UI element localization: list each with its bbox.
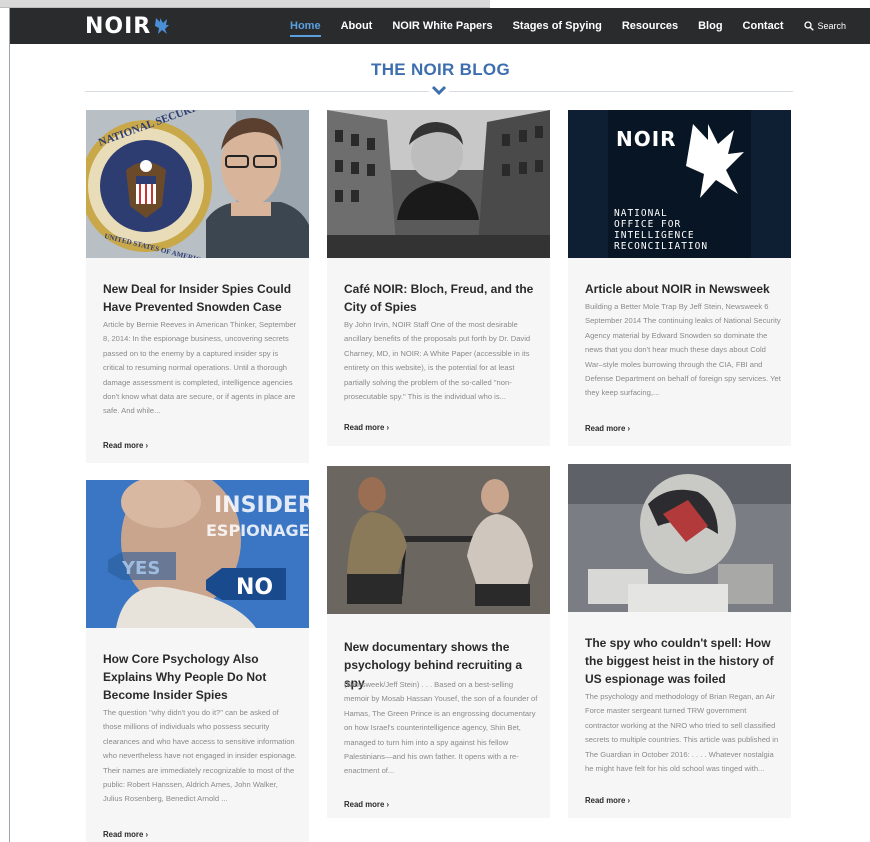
navbar: NOIR Home About NOIR White Papers Stages… bbox=[10, 8, 870, 44]
post-image[interactable] bbox=[568, 464, 791, 612]
post-title[interactable]: How Core Psychology Also Explains Why Pe… bbox=[103, 650, 293, 704]
nav-blog[interactable]: Blog bbox=[698, 8, 722, 44]
post-title[interactable]: New Deal for Insider Spies Could Have Pr… bbox=[103, 280, 293, 316]
search-icon bbox=[803, 21, 814, 31]
nav-home[interactable]: Home bbox=[290, 8, 321, 44]
insider-text: INSIDER bbox=[214, 493, 309, 518]
main-nav: Home About NOIR White Papers Stages of S… bbox=[290, 8, 846, 44]
blog-card: NATIONAL SECURITY UNITED STATES OF AMERI… bbox=[86, 110, 309, 463]
search-label: Search bbox=[817, 21, 847, 31]
blog-card: The spy who couldn't spell: How the bigg… bbox=[568, 464, 791, 818]
post-image[interactable]: INSIDER ESPIONAGE YES NO bbox=[86, 480, 309, 628]
post-excerpt: The question "why didn't you do it?" can… bbox=[103, 708, 297, 804]
logo-text: NOIR bbox=[85, 13, 152, 39]
read-more-link[interactable]: Read more › bbox=[585, 796, 630, 805]
no-text: NO bbox=[236, 575, 273, 600]
read-more-link[interactable]: Read more › bbox=[585, 424, 630, 433]
blog-card: INSIDER ESPIONAGE YES NO How Core Psycho… bbox=[86, 480, 309, 842]
read-more-label: Read more bbox=[585, 424, 626, 433]
nav-white-papers[interactable]: NOIR White Papers bbox=[392, 8, 492, 44]
nav-stages-of-spying[interactable]: Stages of Spying bbox=[513, 8, 602, 44]
read-more-link[interactable]: Read more › bbox=[103, 830, 148, 839]
nav-contact[interactable]: Contact bbox=[743, 8, 784, 44]
chevron-down-icon bbox=[431, 85, 447, 96]
noir-logo-line-3: INTELLIGENCE bbox=[614, 230, 695, 241]
noir-logo-text: NOIR bbox=[616, 127, 677, 151]
blog-card: Café NOIR: Bloch, Freud, and the City of… bbox=[327, 110, 550, 446]
site-logo[interactable]: NOIR bbox=[85, 13, 170, 39]
read-more-label: Read more bbox=[103, 830, 144, 839]
post-title[interactable]: Café NOIR: Bloch, Freud, and the City of… bbox=[344, 280, 534, 316]
blog-card: NOIR NATIONAL OFFICE FOR INTELLIGENCE RE… bbox=[568, 110, 791, 446]
read-more-link[interactable]: Read more › bbox=[344, 423, 389, 432]
page-title: THE NOIR BLOG bbox=[371, 60, 510, 79]
post-excerpt: (Newsweek/Jeff Stein) . . . Based on a b… bbox=[344, 680, 538, 776]
search-button[interactable]: Search bbox=[803, 21, 847, 31]
post-image[interactable] bbox=[327, 466, 550, 614]
title-chevron bbox=[429, 84, 449, 98]
post-excerpt: Article by Bernie Reeves in American Thi… bbox=[103, 320, 297, 416]
post-excerpt: By John Irvin, NOIR Staff One of the mos… bbox=[344, 320, 531, 402]
blog-card: New documentary shows the psychology beh… bbox=[327, 466, 550, 818]
read-more-link[interactable]: Read more › bbox=[344, 800, 389, 809]
post-title[interactable]: Article about NOIR in Newsweek bbox=[585, 280, 775, 298]
post-title[interactable]: The spy who couldn't spell: How the bigg… bbox=[585, 634, 775, 688]
read-more-link[interactable]: Read more › bbox=[103, 441, 148, 450]
eagle-logo-icon bbox=[155, 18, 170, 34]
post-image[interactable] bbox=[327, 110, 550, 258]
post-excerpt: The psychology and methodology of Brian … bbox=[585, 692, 779, 774]
read-more-label: Read more bbox=[585, 796, 626, 805]
page-frame: NOIR Home About NOIR White Papers Stages… bbox=[9, 8, 870, 842]
noir-logo-line-4: RECONCILIATION bbox=[614, 241, 708, 252]
noir-logo-line-2: OFFICE FOR bbox=[614, 219, 681, 230]
read-more-label: Read more bbox=[103, 441, 144, 450]
read-more-label: Read more bbox=[344, 423, 385, 432]
post-image[interactable]: NOIR NATIONAL OFFICE FOR INTELLIGENCE RE… bbox=[568, 110, 791, 258]
post-excerpt: Building a Better Mole Trap By Jeff Stei… bbox=[585, 302, 781, 398]
yes-text: YES bbox=[121, 558, 160, 579]
browser-top-strip bbox=[0, 0, 490, 8]
post-image[interactable]: NATIONAL SECURITY UNITED STATES OF AMERI… bbox=[86, 110, 309, 258]
read-more-label: Read more bbox=[344, 800, 385, 809]
nav-resources[interactable]: Resources bbox=[622, 8, 678, 44]
noir-logo-line-1: NATIONAL bbox=[614, 208, 668, 219]
espionage-text: ESPIONAGE bbox=[206, 521, 309, 540]
nav-about[interactable]: About bbox=[341, 8, 373, 44]
